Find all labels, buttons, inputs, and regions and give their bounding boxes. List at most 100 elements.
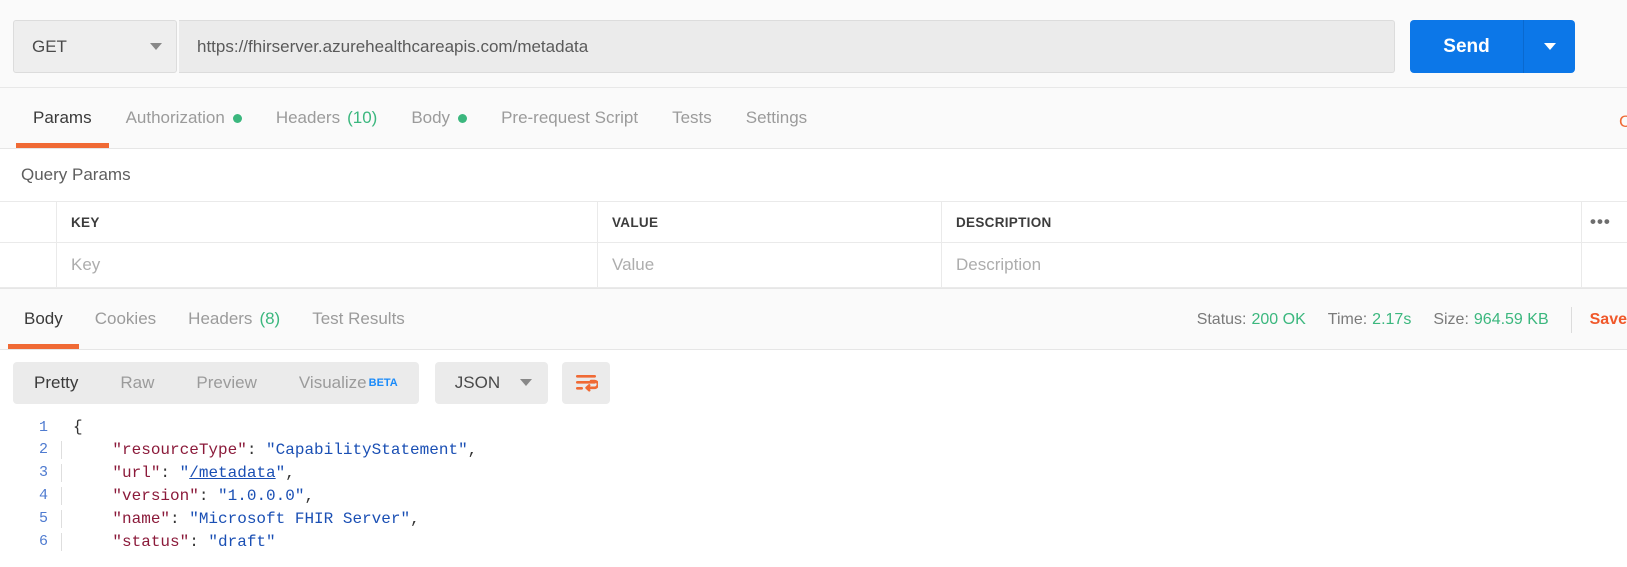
send-options-button[interactable] [1523, 20, 1575, 73]
param-value-input[interactable]: Value [598, 243, 942, 287]
chevron-down-icon [1543, 43, 1556, 50]
column-header-description: DESCRIPTION [942, 202, 1582, 242]
response-tab-test-results[interactable]: Test Results [296, 289, 421, 349]
request-tab-tests[interactable]: Tests [655, 88, 729, 148]
code-token: " [275, 463, 286, 482]
status-dot-icon [232, 113, 242, 123]
view-mode-preview[interactable]: Preview [175, 362, 277, 404]
request-tab-count: (10) [347, 108, 378, 127]
request-tab-label: Settings [745, 108, 808, 127]
code-line: 3 "url": "/metadata", [0, 461, 1627, 484]
line-number: 3 [38, 464, 48, 481]
status-badge: Size: 964.59 KB [1433, 311, 1548, 329]
code-token: "1.0.0.0" [218, 486, 305, 505]
wrap-lines-button[interactable] [562, 361, 611, 404]
code-token: "status" [112, 532, 190, 551]
code-token: "draft" [208, 532, 276, 551]
query-params-title: Query Params [0, 149, 1627, 201]
code-line: 6 "status": "draft" [0, 530, 1627, 553]
code-token: "url" [112, 463, 161, 482]
line-number: 1 [38, 418, 48, 436]
query-params-table: KEY VALUE DESCRIPTION ••• Key Value Desc… [0, 201, 1627, 288]
response-tab-count: (8) [259, 309, 281, 328]
param-key-input[interactable]: Key [57, 243, 598, 287]
view-mode-pretty[interactable]: Pretty [13, 362, 99, 404]
response-tabs: Body Cookies Headers (8) Test Results [0, 289, 421, 350]
select-all-checkbox-cell[interactable] [0, 202, 57, 242]
request-tab-label: Params [33, 108, 92, 127]
code-line: 4 "version": "1.0.0.0", [0, 484, 1627, 507]
line-number: 5 [38, 510, 48, 527]
line-number: 6 [38, 533, 48, 550]
code-token: { [73, 417, 83, 436]
code-token: " [179, 463, 190, 482]
response-format-label: JSON [454, 372, 501, 392]
row-checkbox-cell[interactable] [0, 243, 57, 287]
stat-value: 964.59 KB [1473, 310, 1549, 328]
stat-value: 200 OK [1251, 310, 1306, 328]
code-line: 5 "name": "Microsoft FHIR Server", [0, 507, 1627, 530]
param-description-input[interactable]: Description [942, 243, 1582, 287]
response-meta-bar: Body Cookies Headers (8) Test Results Status… [0, 288, 1627, 350]
request-tab-body[interactable]: Body [394, 88, 484, 148]
line-number: 2 [38, 441, 48, 458]
code-line-text: "version": "1.0.0.0", [61, 486, 314, 505]
response-tab-body[interactable]: Body [8, 289, 79, 349]
code-token: : [189, 532, 209, 551]
response-tab-headers[interactable]: Headers (8) [172, 289, 296, 349]
response-view-mode-group: Pretty Raw Preview Visualize BETA [13, 361, 419, 404]
stat-label: Status: [1196, 310, 1247, 328]
status-badge: Status: 200 OK [1197, 311, 1306, 329]
code-token: "resourceType" [112, 440, 247, 459]
request-tab-label: Tests [672, 108, 712, 127]
response-tab-cookies[interactable]: Cookies [79, 289, 172, 349]
chevron-down-icon [150, 43, 162, 50]
code-token: "name" [112, 509, 171, 528]
request-url-input[interactable]: https://fhirserver.azurehealthcareapis.c… [179, 20, 1395, 73]
code-token: , [285, 463, 295, 482]
view-mode-raw[interactable]: Raw [99, 362, 175, 404]
code-token: , [410, 509, 420, 528]
code-line-text: "url": "/metadata", [61, 463, 295, 482]
request-tab-headers[interactable]: Headers (10) [259, 88, 395, 148]
row-actions-cell [1582, 243, 1627, 287]
bulk-edit-menu[interactable]: ••• [1582, 202, 1627, 242]
column-header-value: VALUE [598, 202, 942, 242]
code-token: "Microsoft FHIR Server" [189, 509, 411, 528]
code-line-text: "name": "Microsoft FHIR Server", [61, 509, 420, 528]
column-header-key: KEY [57, 202, 598, 242]
response-body-code[interactable]: 1{2 "resourceType": "CapabilityStatement… [0, 415, 1627, 567]
code-link[interactable]: /metadata [189, 464, 275, 482]
code-token: , [467, 440, 478, 459]
view-mode-label: Preview [196, 372, 257, 392]
code-line-text: "status": "draft" [61, 532, 276, 551]
response-format-dropdown[interactable]: JSON [434, 361, 549, 404]
status-dot-icon [458, 113, 468, 123]
request-tab-pre-request-script[interactable]: Pre-request Script [484, 88, 655, 148]
send-button[interactable]: Send [1410, 20, 1523, 73]
save-response-link[interactable]: Save [1590, 311, 1627, 329]
response-tab-label: Headers [188, 309, 253, 328]
code-line: 1{ [0, 415, 1627, 438]
request-tabs-overflow-link[interactable]: C [1619, 112, 1627, 134]
response-tab-label: Test Results [312, 309, 405, 328]
view-mode-label: Visualize [298, 372, 367, 392]
view-mode-visualize[interactable]: Visualize BETA [278, 362, 419, 404]
http-method-dropdown[interactable]: GET [13, 20, 177, 73]
request-tab-params[interactable]: Params [16, 88, 109, 148]
request-tab-label: Authorization [125, 108, 225, 127]
code-token: : [198, 486, 219, 505]
request-tab-settings[interactable]: Settings [729, 88, 824, 148]
code-line-text: { [61, 418, 83, 436]
view-mode-label: Pretty [34, 372, 79, 392]
request-tab-authorization[interactable]: Authorization [109, 88, 259, 148]
line-number: 4 [38, 487, 48, 504]
response-tab-label: Cookies [94, 309, 157, 328]
code-token: "version" [112, 486, 199, 505]
status-badge: Time: 2.17s [1328, 311, 1412, 329]
